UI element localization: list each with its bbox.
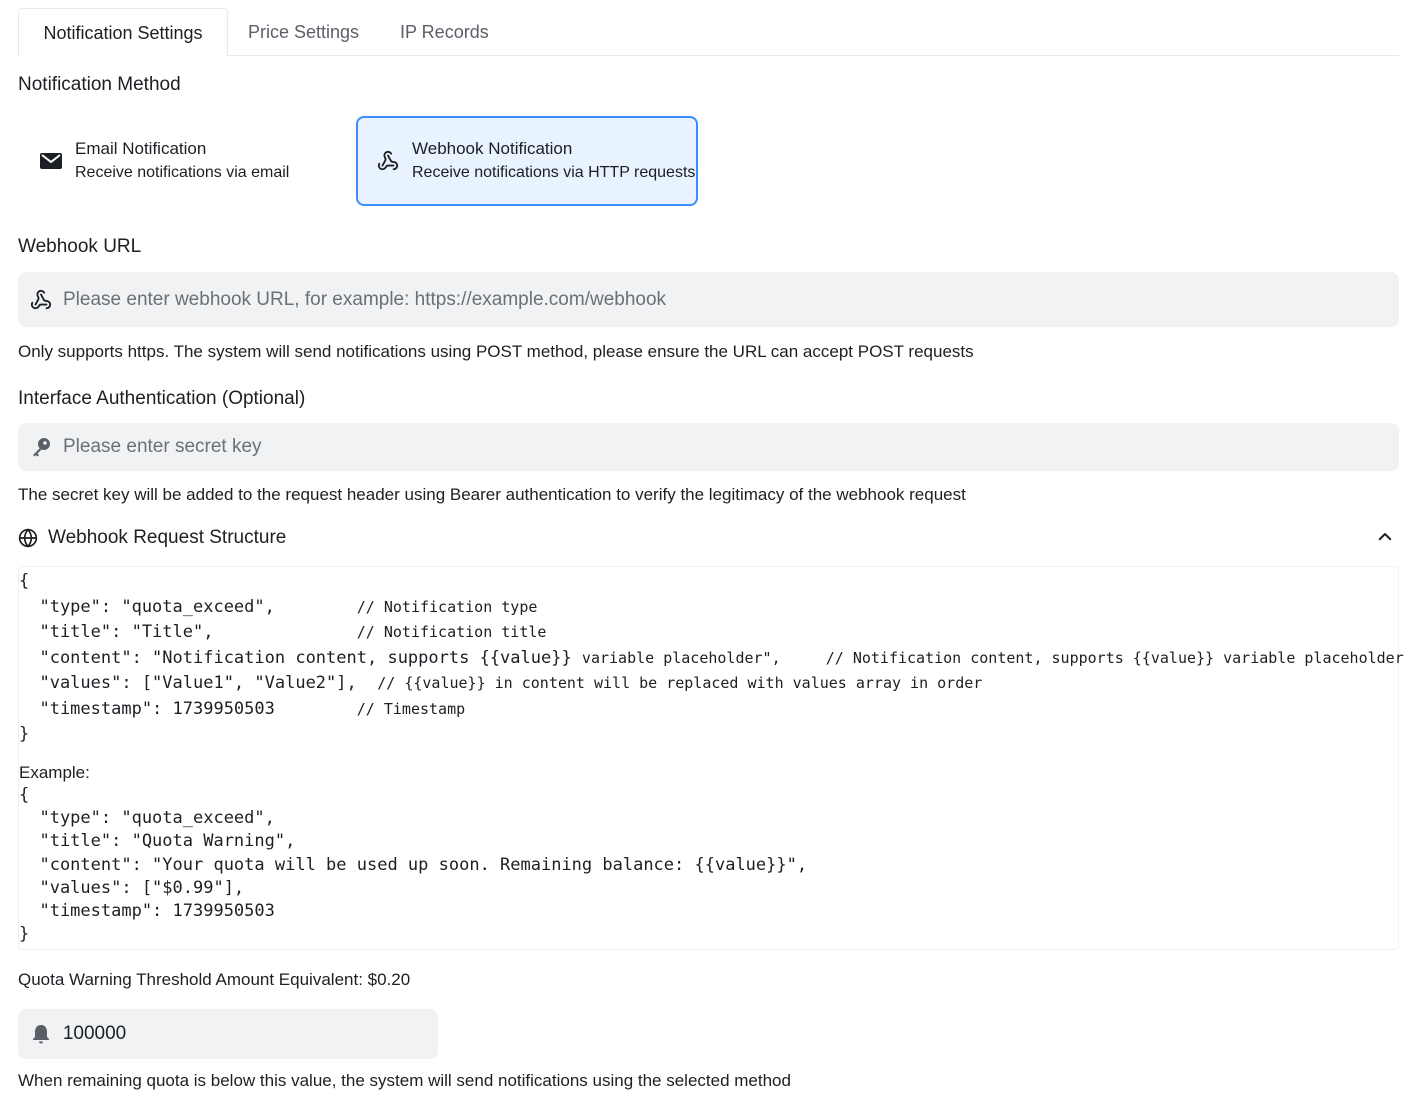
tab-bar: Notification Settings Price Settings IP … (18, 8, 1399, 57)
example-label: Example: (19, 763, 90, 782)
auth-help: The secret key will be added to the requ… (18, 485, 966, 504)
structure-code-block: { "type": "quota_exceed", // Notificatio… (19, 571, 1404, 744)
bell-icon (30, 1023, 52, 1045)
tab-notification-settings[interactable]: Notification Settings (18, 8, 228, 57)
webhook-icon (30, 289, 52, 311)
email-option-desc: Receive notifications via email (75, 164, 290, 181)
request-structure-toggle[interactable]: Webhook Request Structure (18, 524, 1398, 552)
secret-key-input[interactable] (63, 436, 1306, 458)
webhook-notification-option[interactable]: Webhook Notification Receive notificatio… (356, 116, 698, 206)
email-option-title: Email Notification (75, 139, 207, 158)
notification-method-title: Notification Method (18, 74, 181, 95)
threshold-label: Quota Warning Threshold Amount Equivalen… (18, 970, 411, 989)
chevron-up-icon[interactable] (1376, 528, 1394, 551)
globe-icon (18, 528, 38, 548)
email-notification-option[interactable]: Email Notification Receive notifications… (20, 116, 340, 206)
tab-ip-records[interactable]: IP Records (400, 8, 489, 56)
webhook-url-field[interactable] (18, 272, 1399, 327)
request-structure-panel: { "type": "quota_exceed", // Notificatio… (18, 566, 1404, 950)
threshold-input[interactable] (62, 1023, 438, 1045)
webhook-url-input[interactable] (63, 288, 1306, 311)
key-icon (30, 436, 52, 458)
request-structure-title: Webhook Request Structure (48, 527, 287, 548)
tab-price-settings[interactable]: Price Settings (248, 8, 359, 56)
webhook-option-title: Webhook Notification (412, 139, 573, 158)
secret-key-field[interactable] (18, 423, 1399, 471)
mail-icon (39, 149, 63, 173)
webhook-url-label: Webhook URL (18, 236, 142, 257)
auth-label: Interface Authentication (Optional) (18, 388, 306, 409)
webhook-icon (376, 149, 400, 173)
example-code-block: { "type": "quota_exceed", "title": "Quot… (19, 785, 808, 945)
webhook-url-help: Only supports https. The system will sen… (18, 342, 974, 361)
threshold-help: When remaining quota is below this value… (18, 1071, 791, 1090)
threshold-field[interactable] (18, 1009, 438, 1059)
webhook-option-desc: Receive notifications via HTTP requests (412, 164, 696, 181)
